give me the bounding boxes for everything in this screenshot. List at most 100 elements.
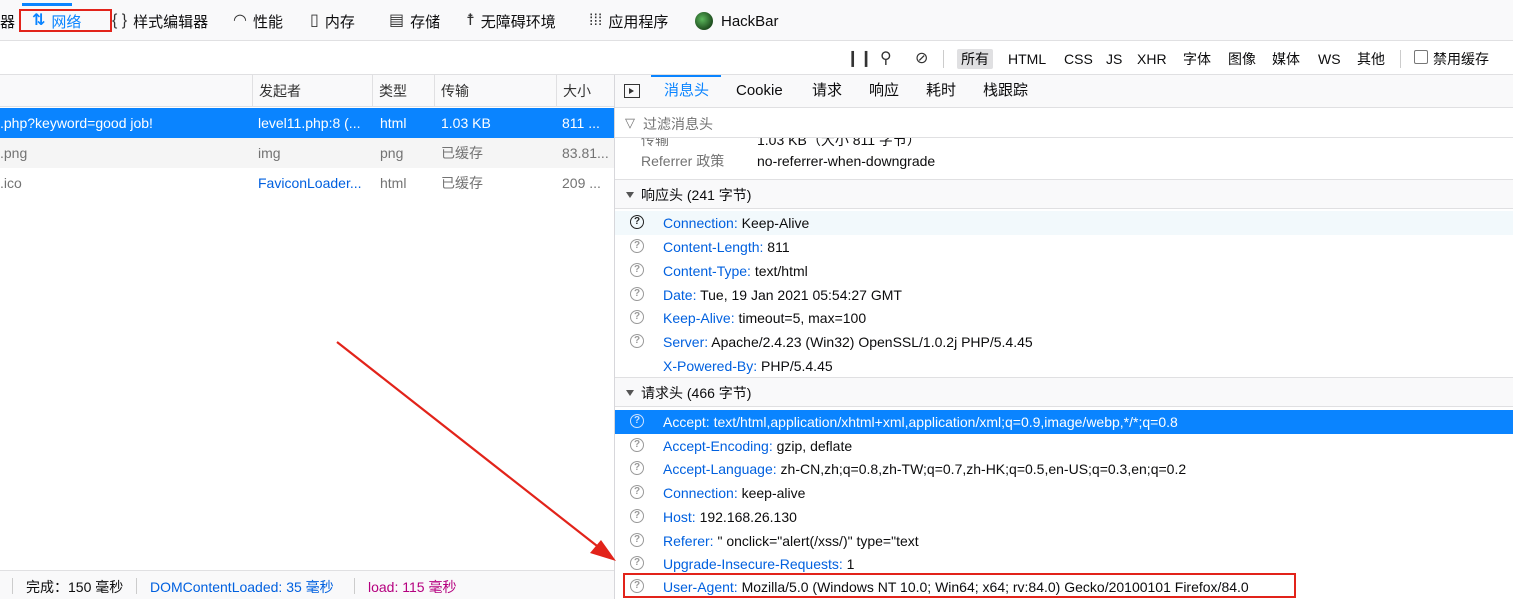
tab-accessibility[interactable]: ☨ 无障碍环境 bbox=[466, 8, 556, 34]
header-row[interactable]: ? Accept: text/html,application/xhtml+xml… bbox=[615, 410, 1513, 434]
help-icon[interactable]: ? bbox=[630, 438, 644, 452]
section-title: 响应头 (241 字节) bbox=[641, 187, 752, 203]
disable-cache-label: 禁用缓存 bbox=[1433, 51, 1489, 67]
tab-style-editor[interactable]: { } 样式编辑器 bbox=[112, 8, 208, 34]
header-name-wrap: Server: Apache/2.4.23 (Win32) OpenSSL/1.… bbox=[663, 330, 1033, 354]
filter-type-all[interactable]: 所有 bbox=[957, 49, 993, 69]
header-name: Connection: bbox=[663, 215, 738, 231]
header-row[interactable]: ? Host: 192.168.26.130 bbox=[615, 505, 1513, 529]
header-name-wrap: Content-Length: 811 bbox=[663, 235, 790, 259]
help-icon[interactable]: ? bbox=[630, 509, 644, 523]
header-name-wrap: Connection: keep-alive bbox=[663, 481, 805, 505]
tab-headers[interactable]: 消息头 bbox=[664, 75, 709, 107]
header-name: X-Powered-By: bbox=[663, 358, 758, 374]
cell-file: .php?keyword=good job! bbox=[0, 115, 153, 131]
pause-icon[interactable]: ❙❙ bbox=[846, 48, 873, 68]
cell-size: 811 ... bbox=[562, 115, 600, 131]
tab-application[interactable]: ⁞⁞⁞ 应用程序 bbox=[589, 8, 668, 34]
help-icon[interactable]: ? bbox=[630, 461, 644, 475]
header-row[interactable]: ? Connection: keep-alive bbox=[615, 481, 1513, 505]
cell-transfer: 已缓存 bbox=[441, 145, 483, 161]
filter-type-js[interactable]: JS bbox=[1102, 49, 1126, 69]
table-row[interactable]: .png img png 已缓存 83.81... bbox=[0, 138, 614, 168]
header-row[interactable]: ? Referer: " onclick="alert(/xss/)" type=… bbox=[615, 529, 1513, 553]
help-icon[interactable]: ? bbox=[630, 334, 644, 348]
header-row[interactable]: X-Powered-By: PHP/5.4.45 bbox=[615, 354, 1513, 378]
header-value: Keep-Alive bbox=[741, 215, 810, 231]
headers-filter-input[interactable]: 过滤消息头 bbox=[643, 114, 713, 134]
header-name: Upgrade-Insecure-Requests: bbox=[663, 556, 843, 572]
header-row[interactable]: ? Date: Tue, 19 Jan 2021 05:54:27 GMT bbox=[615, 283, 1513, 307]
tab-stack-trace[interactable]: 栈跟踪 bbox=[983, 75, 1028, 107]
disable-cache-checkbox[interactable] bbox=[1414, 50, 1428, 64]
tab-storage[interactable]: ▤ 存储 bbox=[389, 8, 440, 34]
table-row[interactable]: .ico FaviconLoader... html 已缓存 209 ... bbox=[0, 168, 614, 198]
request-table-header: 发起者 类型 传输 大小 bbox=[0, 75, 614, 107]
column-size[interactable]: 大小 bbox=[556, 75, 614, 107]
hackbar-logo-icon bbox=[695, 12, 713, 30]
filter-type-html[interactable]: HTML bbox=[1004, 49, 1050, 69]
tab-memory[interactable]: ▯ 内存 bbox=[310, 8, 355, 34]
filter-type-ws[interactable]: WS bbox=[1314, 49, 1345, 69]
clear-icon[interactable]: ⊘ bbox=[915, 48, 928, 68]
request-headers-section[interactable]: 请求头 (466 字节) bbox=[615, 377, 1513, 407]
header-name: Keep-Alive: bbox=[663, 310, 735, 326]
tab-request[interactable]: 请求 bbox=[812, 75, 842, 107]
header-row[interactable]: ? Accept-Encoding: gzip, deflate bbox=[615, 434, 1513, 458]
network-status-bar: 完成：150 毫秒 DOMContentLoaded: 35 毫秒 load: … bbox=[0, 570, 614, 599]
help-icon[interactable]: ? bbox=[630, 414, 644, 428]
header-row[interactable]: ? Content-Length: 811 bbox=[615, 235, 1513, 259]
header-row[interactable]: ? Connection: Keep-Alive bbox=[615, 211, 1513, 235]
filter-type-xhr[interactable]: XHR bbox=[1133, 49, 1171, 69]
response-headers-section[interactable]: 响应头 (241 字节) bbox=[615, 179, 1513, 209]
help-icon[interactable]: ? bbox=[630, 287, 644, 301]
filter-type-css[interactable]: CSS bbox=[1060, 49, 1097, 69]
help-icon[interactable]: ? bbox=[630, 533, 644, 547]
header-row[interactable]: ? Accept-Language: zh-CN,zh;q=0.8,zh-TW;q… bbox=[615, 457, 1513, 481]
tab-inspector[interactable]: 器 bbox=[0, 8, 15, 34]
column-initiator[interactable]: 发起者 bbox=[252, 75, 372, 107]
filter-type-other[interactable]: 其他 bbox=[1353, 49, 1389, 69]
tab-label: 应用程序 bbox=[608, 13, 669, 31]
header-name: Accept-Language: bbox=[663, 461, 777, 477]
filter-type-font[interactable]: 字体 bbox=[1179, 49, 1215, 69]
filter-type-media[interactable]: 媒体 bbox=[1268, 49, 1304, 69]
header-row[interactable]: ? Server: Apache/2.4.23 (Win32) OpenSSL/1… bbox=[615, 330, 1513, 354]
header-value: PHP/5.4.45 bbox=[761, 358, 833, 374]
header-name: Host: bbox=[663, 509, 696, 525]
header-row[interactable]: ? Content-Type: text/html bbox=[615, 259, 1513, 283]
tab-hackbar[interactable]: HackBar bbox=[695, 8, 779, 34]
column-transfer[interactable]: 传输 bbox=[434, 75, 556, 107]
help-icon[interactable]: ? bbox=[630, 263, 644, 277]
details-tabs: 消息头 Cookie 请求 响应 耗时 栈跟踪 bbox=[615, 75, 1513, 108]
cell-initiator[interactable]: FaviconLoader... bbox=[252, 168, 372, 198]
tab-cookie[interactable]: Cookie bbox=[736, 75, 783, 107]
header-row[interactable]: ? Keep-Alive: timeout=5, max=100 bbox=[615, 306, 1513, 330]
help-icon[interactable]: ? bbox=[630, 310, 644, 324]
header-name: Content-Length: bbox=[663, 239, 764, 255]
network-filter-bar: ❙❙ ⚲ ⊘ 所有 HTML CSS JS XHR 字体 图像 媒体 WS 其他 bbox=[0, 41, 1513, 75]
header-name: Accept-Encoding: bbox=[663, 438, 773, 454]
divider bbox=[943, 50, 944, 68]
tab-timings[interactable]: 耗时 bbox=[926, 75, 956, 107]
help-icon[interactable]: ? bbox=[630, 556, 644, 570]
header-name: Accept: bbox=[663, 414, 710, 430]
header-name-wrap: Connection: Keep-Alive bbox=[663, 211, 809, 235]
tab-performance[interactable]: ◠ 性能 bbox=[233, 8, 283, 34]
toggle-sidebar-icon[interactable] bbox=[624, 84, 640, 98]
finish-time: 完成：150 毫秒 bbox=[26, 579, 124, 595]
tab-label: 样式编辑器 bbox=[133, 13, 209, 31]
divider bbox=[136, 578, 137, 594]
filter-type-image[interactable]: 图像 bbox=[1224, 49, 1260, 69]
help-icon[interactable]: ? bbox=[630, 215, 644, 229]
header-name: Server: bbox=[663, 334, 709, 350]
search-icon[interactable]: ⚲ bbox=[880, 48, 892, 68]
tab-response[interactable]: 响应 bbox=[869, 75, 899, 107]
cell-transfer: 已缓存 bbox=[441, 175, 483, 191]
column-type[interactable]: 类型 bbox=[372, 75, 434, 107]
table-row[interactable]: .php?keyword=good job! level11.php:8 (..… bbox=[0, 108, 614, 138]
help-icon[interactable]: ? bbox=[630, 239, 644, 253]
header-name-wrap: Referer: " onclick="alert(/xss/)" type="… bbox=[663, 529, 919, 553]
headers-filter[interactable]: ▽ 过滤消息头 bbox=[615, 108, 1513, 138]
help-icon[interactable]: ? bbox=[630, 485, 644, 499]
